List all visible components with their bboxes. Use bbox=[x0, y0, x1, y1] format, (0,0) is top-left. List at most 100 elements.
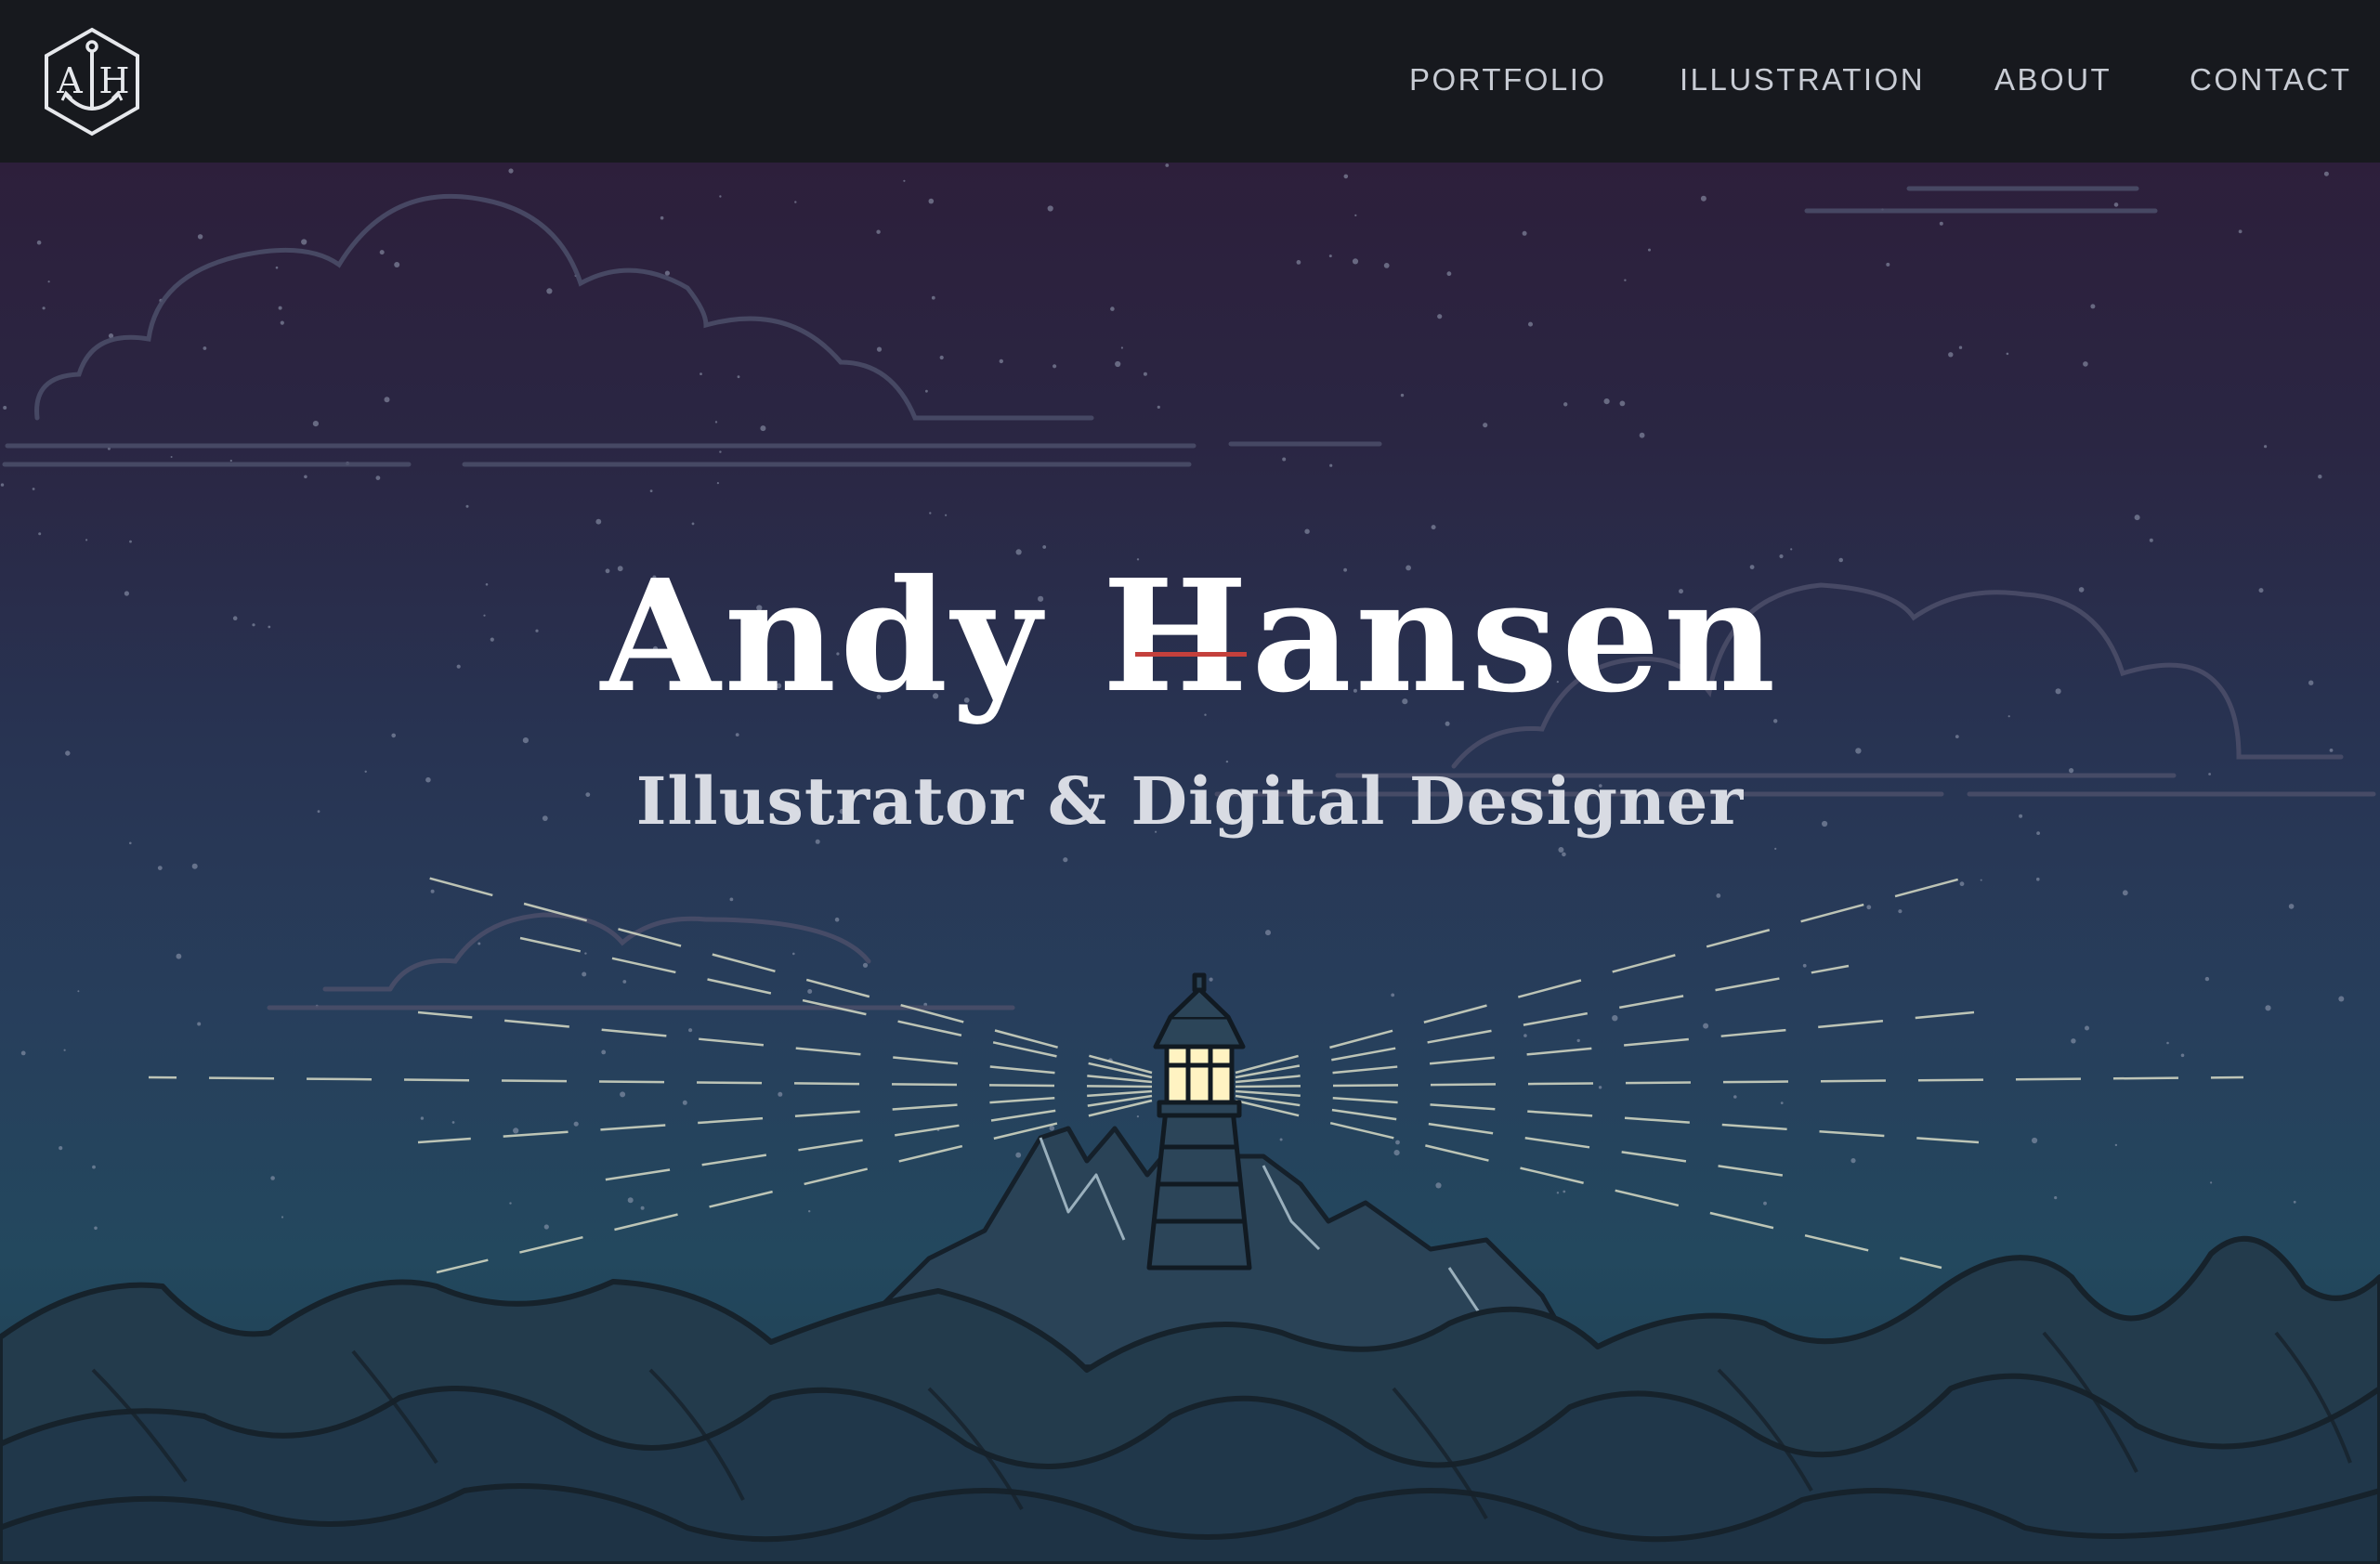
star bbox=[2264, 445, 2268, 449]
star bbox=[451, 1121, 455, 1124]
star bbox=[582, 971, 587, 977]
star bbox=[546, 288, 553, 294]
star bbox=[649, 489, 653, 492]
star bbox=[508, 168, 514, 174]
star bbox=[2122, 890, 2128, 896]
star bbox=[2006, 352, 2009, 356]
nav-link-portfolio[interactable]: PORTFOLIO bbox=[1409, 59, 1607, 100]
star bbox=[2323, 171, 2329, 176]
star bbox=[92, 1165, 96, 1169]
star bbox=[719, 450, 722, 453]
star bbox=[1136, 1115, 1139, 1118]
star bbox=[1446, 271, 1452, 277]
star bbox=[1898, 909, 1903, 914]
star bbox=[275, 266, 279, 269]
star bbox=[1393, 1150, 1400, 1156]
star bbox=[945, 514, 948, 516]
star bbox=[36, 240, 42, 245]
star bbox=[1598, 1086, 1602, 1089]
nav-link-contact[interactable]: CONTACT bbox=[2190, 59, 2352, 100]
star bbox=[1700, 195, 1707, 202]
star bbox=[807, 989, 813, 994]
star bbox=[729, 897, 734, 902]
star bbox=[2114, 1143, 2118, 1147]
star bbox=[1619, 400, 1626, 407]
star bbox=[1431, 525, 1436, 530]
nav-link-about[interactable]: ABOUT bbox=[1994, 59, 2112, 100]
star bbox=[627, 1197, 634, 1204]
star bbox=[301, 239, 307, 245]
star bbox=[1279, 1138, 1283, 1141]
star bbox=[1352, 258, 1359, 265]
star bbox=[716, 482, 720, 485]
star bbox=[1948, 352, 1954, 358]
star bbox=[394, 262, 400, 267]
star bbox=[808, 1210, 811, 1213]
star bbox=[77, 990, 80, 993]
star bbox=[2134, 515, 2140, 521]
star bbox=[2288, 904, 2295, 909]
star bbox=[622, 980, 627, 984]
star bbox=[737, 375, 740, 379]
star bbox=[2166, 1041, 2169, 1045]
star bbox=[1110, 306, 1115, 311]
star bbox=[2204, 976, 2210, 982]
star bbox=[1886, 262, 1890, 267]
star bbox=[903, 179, 906, 182]
star bbox=[1328, 254, 1332, 258]
star bbox=[1296, 260, 1301, 265]
star bbox=[1437, 314, 1443, 319]
star bbox=[278, 306, 282, 310]
star bbox=[20, 1050, 26, 1056]
star bbox=[700, 372, 702, 375]
star bbox=[1866, 905, 1872, 910]
star bbox=[280, 320, 284, 325]
star bbox=[2210, 1181, 2213, 1184]
star bbox=[1774, 847, 1777, 851]
star bbox=[1802, 963, 1807, 968]
star bbox=[304, 475, 307, 479]
star bbox=[1648, 248, 1651, 252]
star bbox=[1354, 214, 1357, 216]
nav-link-illustration[interactable]: ILLUSTRATION bbox=[1680, 59, 1925, 100]
star bbox=[38, 532, 42, 536]
star bbox=[1576, 1038, 1580, 1043]
star bbox=[1391, 993, 1395, 997]
star bbox=[270, 1176, 275, 1180]
logo[interactable]: A H bbox=[42, 26, 142, 137]
star bbox=[1143, 371, 1147, 376]
star bbox=[714, 421, 718, 424]
star bbox=[2083, 361, 2088, 367]
star bbox=[1780, 1101, 1784, 1104]
star bbox=[1049, 1125, 1055, 1131]
star bbox=[1733, 1095, 1737, 1099]
star bbox=[1562, 852, 1566, 857]
star bbox=[509, 1202, 512, 1205]
star bbox=[2054, 1196, 2058, 1200]
lighthouse bbox=[1146, 972, 1252, 1271]
star bbox=[1558, 847, 1564, 853]
star bbox=[778, 1091, 783, 1097]
star bbox=[1165, 163, 1170, 167]
top-navbar: A H PORTFOLIO ILLUSTRATION ABOUT CONTACT bbox=[0, 0, 2380, 163]
star bbox=[928, 198, 935, 204]
star bbox=[2071, 1038, 2076, 1044]
star bbox=[1115, 360, 1121, 368]
star bbox=[862, 962, 869, 968]
star bbox=[660, 215, 664, 220]
star bbox=[513, 1127, 519, 1134]
anchor-hexagon-icon: A H bbox=[45, 27, 139, 137]
star bbox=[420, 1116, 425, 1120]
star bbox=[1157, 405, 1160, 409]
hero-tagline: Illustrator & Digital Designer bbox=[635, 762, 1745, 841]
star bbox=[760, 425, 766, 432]
star bbox=[229, 459, 232, 463]
star bbox=[1639, 432, 1645, 438]
star bbox=[1435, 1182, 1442, 1189]
star bbox=[1395, 1140, 1400, 1145]
star bbox=[2036, 877, 2040, 881]
star bbox=[1522, 230, 1527, 236]
star bbox=[2032, 1137, 2038, 1144]
star bbox=[42, 306, 46, 310]
star bbox=[1483, 423, 1488, 428]
